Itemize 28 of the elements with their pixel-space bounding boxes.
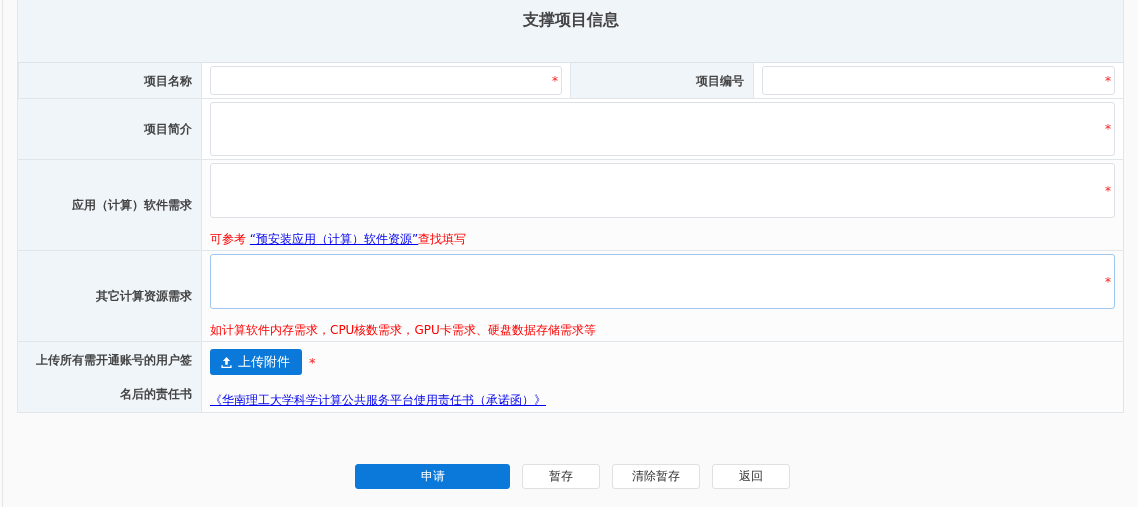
required-mark: * xyxy=(1105,184,1111,197)
upload-button[interactable]: 上传附件 xyxy=(210,349,302,375)
document-link[interactable]: 《华南理工大学科学计算公共服务平台使用责任书（承诺函）》 xyxy=(210,392,546,409)
input-field[interactable]: * xyxy=(762,66,1115,95)
field-label: 其它计算资源需求 xyxy=(96,288,192,305)
field-label: 项目编号 xyxy=(696,72,744,90)
hint-text: 如计算软件内存需求，CPU核数需求，GPU卡需求、硬盘数据存储需求等 xyxy=(210,322,597,338)
field-label: 项目简介 xyxy=(144,121,192,138)
action-button[interactable]: 暂存 xyxy=(522,464,600,489)
field-label: 项目名称 xyxy=(144,72,192,90)
action-button[interactable]: 清除暂存 xyxy=(612,464,700,489)
submit-button[interactable]: 申请 xyxy=(355,464,510,489)
input-field[interactable]: * xyxy=(210,163,1115,218)
input-field[interactable]: * xyxy=(210,102,1115,156)
upload-icon xyxy=(220,355,233,369)
hint-text: 可参考 “预安装应用（计算）软件资源”查找填写 xyxy=(210,231,468,247)
required-mark: * xyxy=(1105,275,1111,288)
input-field[interactable]: * xyxy=(210,66,562,95)
required-mark: * xyxy=(552,74,558,87)
action-button[interactable]: 返回 xyxy=(712,464,790,489)
field-label: 上传所有需开通账号的用户签名后的责任书 xyxy=(35,352,192,403)
required-mark: * xyxy=(309,354,316,370)
input-field[interactable]: * xyxy=(210,254,1115,309)
resource-link[interactable]: “预安装应用（计算）软件资源” xyxy=(249,232,419,246)
required-mark: * xyxy=(1105,123,1111,135)
field-label: 应用（计算）软件需求 xyxy=(72,197,192,214)
required-mark: * xyxy=(1105,74,1111,87)
form-title: 支撑项目信息 xyxy=(522,10,619,31)
